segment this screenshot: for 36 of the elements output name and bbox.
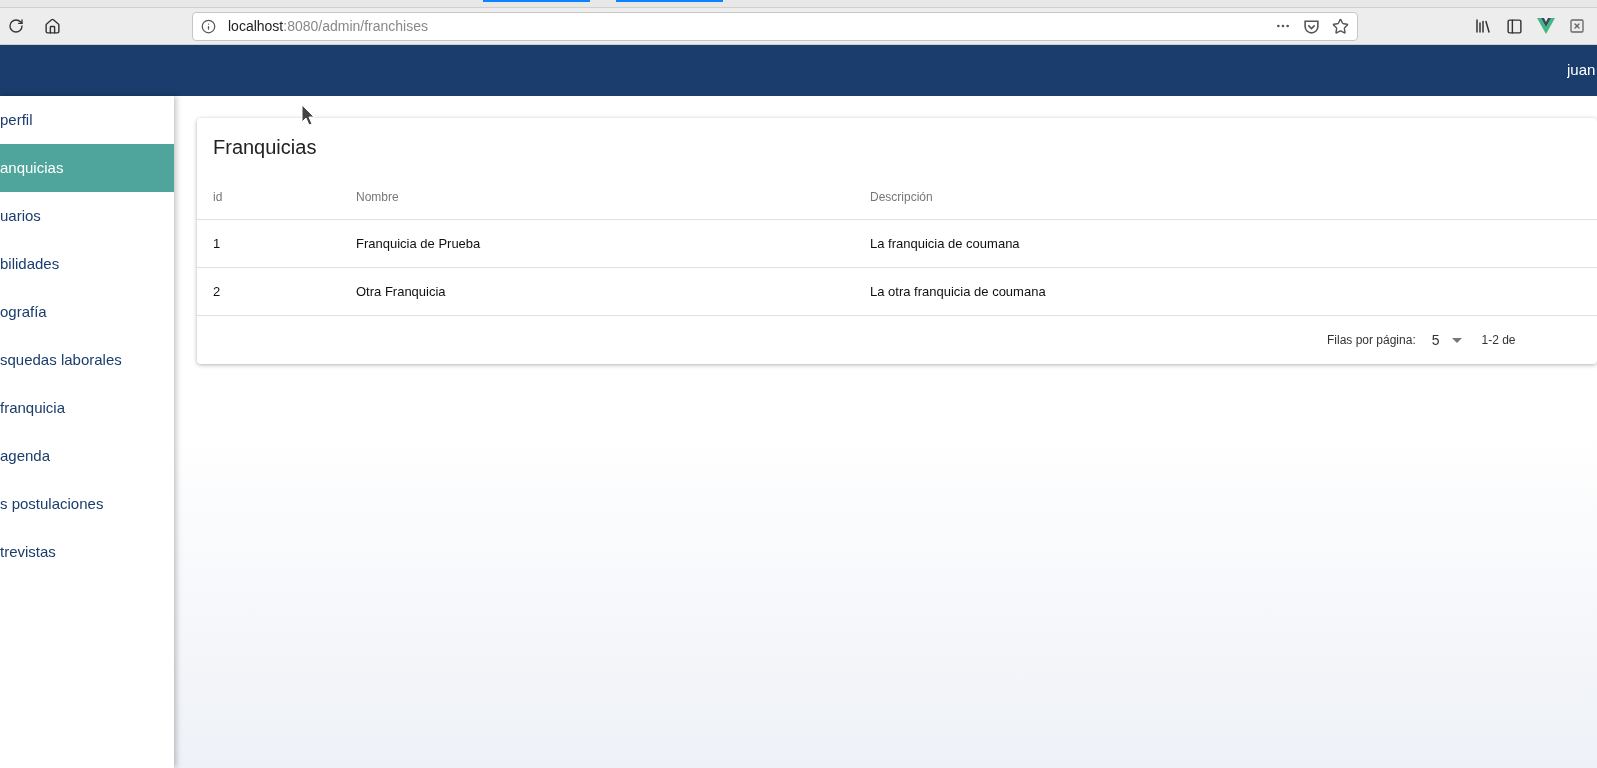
url-host: localhost bbox=[228, 16, 284, 36]
pagination-range: 1-2 de bbox=[1481, 332, 1516, 349]
bookmark-star-icon[interactable] bbox=[1332, 17, 1349, 35]
sidebar-item[interactable]: franquicia bbox=[0, 384, 174, 432]
column-header[interactable]: Descripción bbox=[870, 188, 1581, 206]
table-cell-text: Otra Franquicia bbox=[356, 282, 447, 301]
column-header[interactable]: Nombre bbox=[356, 188, 870, 206]
sidebar-item[interactable]: trevistas bbox=[0, 528, 174, 576]
user-name[interactable]: juan bbox=[1567, 59, 1597, 82]
column-header[interactable]: id bbox=[213, 188, 356, 206]
sidebar-item[interactable]: squedas laborales bbox=[0, 336, 174, 384]
address-bar[interactable]: localhost:8080/admin/franchises bbox=[192, 11, 1358, 41]
close-icon[interactable] bbox=[1569, 18, 1585, 34]
dropdown-caret-icon bbox=[1451, 337, 1462, 343]
url-path: :8080/admin/franchises bbox=[283, 16, 429, 36]
sidebar-item[interactable]: bilidades bbox=[0, 240, 174, 288]
table-cell-text: 1 bbox=[213, 234, 222, 253]
table-cell-text: La franquicia de coumana bbox=[870, 234, 1021, 253]
table-cell-text: 2 bbox=[213, 282, 222, 301]
sidebar-item[interactable]: uarios bbox=[0, 192, 174, 240]
info-icon bbox=[201, 18, 216, 34]
table-cell-text: La otra franquicia de coumana bbox=[870, 282, 1047, 301]
rows-per-page-select[interactable]: 5 bbox=[1431, 329, 1462, 351]
sidebar-item[interactable]: s postulaciones bbox=[0, 480, 174, 528]
rows-per-page-label: Filas por página: bbox=[1327, 332, 1416, 349]
sidebar-item[interactable]: perfil bbox=[0, 96, 174, 144]
home-icon bbox=[43, 17, 61, 35]
vue-logo-icon[interactable] bbox=[1537, 18, 1555, 34]
reload-icon bbox=[8, 18, 24, 34]
sidebar-icon[interactable] bbox=[1506, 17, 1523, 35]
table-cell-text: Franquicia de Prueba bbox=[356, 234, 482, 253]
sidebar-item[interactable]: ografía bbox=[0, 288, 174, 336]
sidebar-item[interactable]: agenda bbox=[0, 432, 174, 480]
card-title: Franquicias bbox=[212, 134, 318, 160]
pocket-icon[interactable] bbox=[1303, 17, 1320, 35]
library-icon[interactable] bbox=[1474, 17, 1492, 35]
